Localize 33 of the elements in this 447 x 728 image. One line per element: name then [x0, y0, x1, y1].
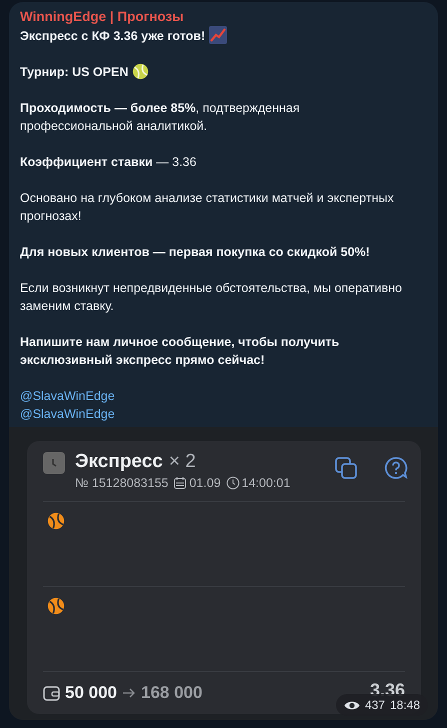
calendar-icon — [173, 476, 188, 490]
message-text: Основано на глубоком анализе статистики матчей и экспертных прогнозах! — [20, 191, 394, 223]
total-odds: 3.36 — [370, 680, 405, 700]
bet-date: 01.09 — [189, 476, 221, 490]
clock-icon — [43, 452, 65, 474]
event-count: × 2 — [168, 451, 196, 473]
payout-amount: 168 000 — [141, 683, 202, 703]
message-text: Проходимость — более 85%, подтвержденная профессиональной аналитикой. — [20, 101, 300, 133]
mention-link[interactable]: @SlavaWinEdge — [20, 387, 115, 405]
message-text: Экспресс с КФ 3.36 уже готов! — [20, 29, 206, 43]
stake-amount: 50 000 — [65, 683, 117, 703]
bet-number: № 15128083155 — [75, 476, 168, 490]
mention-link[interactable]: @SlavaWinEdge — [20, 405, 115, 423]
message-text: Для новых клиентов — первая покупка со скидкой 50%! — [20, 245, 370, 259]
bet-time: 14:00:01 — [242, 476, 290, 490]
message-text: Коэффициент ставки — 3.36 — [20, 155, 196, 169]
tennis-ball-icon — [132, 63, 150, 80]
help-icon[interactable] — [384, 456, 408, 480]
tennis-ball-icon — [47, 597, 65, 615]
message-text: Если возникнут непредвиденные обстоятельства, мы оперативно заменим ставку. — [20, 281, 402, 313]
clock-icon — [226, 476, 240, 490]
wallet-icon — [43, 684, 60, 702]
sender-name[interactable]: WinningEdge | Прогнозы — [20, 8, 414, 26]
message-text: Турнир: US OPEN — [20, 65, 128, 79]
bet-title: Экспресс — [75, 451, 163, 473]
copy-icon[interactable] — [334, 456, 358, 480]
arrow-icon — [122, 687, 136, 699]
chart-icon — [209, 26, 228, 44]
eye-icon — [344, 700, 360, 710]
tennis-ball-icon — [47, 512, 65, 530]
message-time: 18:48 — [390, 698, 420, 712]
view-count: 437 — [364, 698, 385, 712]
message-text: Напишите нам личное сообщение, чтобы получить эксклюзивный экспресс прямо сейчас! — [20, 335, 340, 367]
